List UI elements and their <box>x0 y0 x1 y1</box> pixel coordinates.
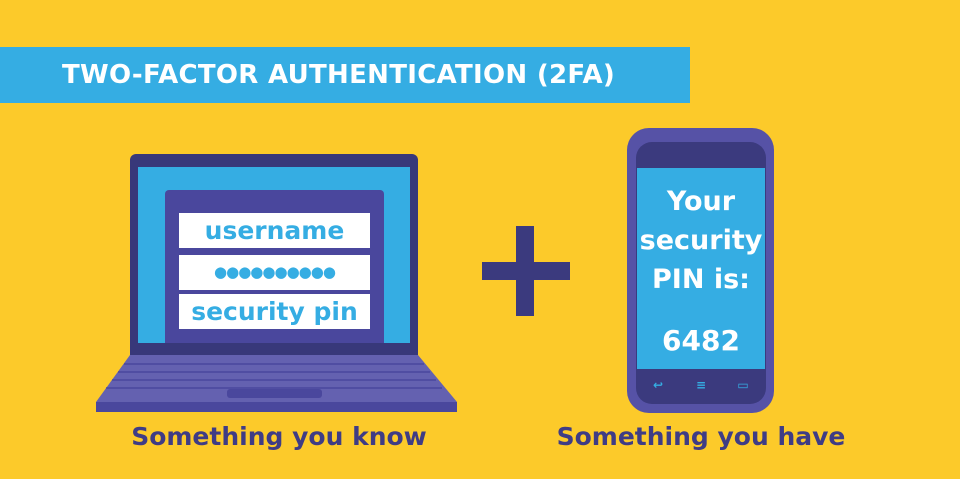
message-line-3: PIN is: <box>652 264 750 295</box>
caption-know: Something you know <box>131 422 427 451</box>
username-field: username <box>179 213 370 248</box>
title-banner: TWO-FACTOR AUTHENTICATION (2FA) <box>0 47 690 103</box>
security-pin: 6482 <box>662 324 740 357</box>
message-line-2: security <box>639 225 763 256</box>
menu-icon: ≡ <box>695 378 707 392</box>
trackpad <box>227 389 322 398</box>
message-line-1: Your <box>666 186 736 217</box>
recent-apps-icon: ▭ <box>737 378 749 392</box>
caption-have: Something you have <box>556 422 846 451</box>
back-icon: ↩ <box>652 378 664 392</box>
title: TWO-FACTOR AUTHENTICATION (2FA) <box>62 60 616 90</box>
two-factor-infographic: TWO-FACTOR AUTHENTICATION (2FA) username… <box>0 0 960 479</box>
security-pin-field: security pin <box>179 294 370 329</box>
laptop-keyboard-base <box>96 355 457 412</box>
password-field: ●●●●●●●●●● <box>179 255 370 290</box>
